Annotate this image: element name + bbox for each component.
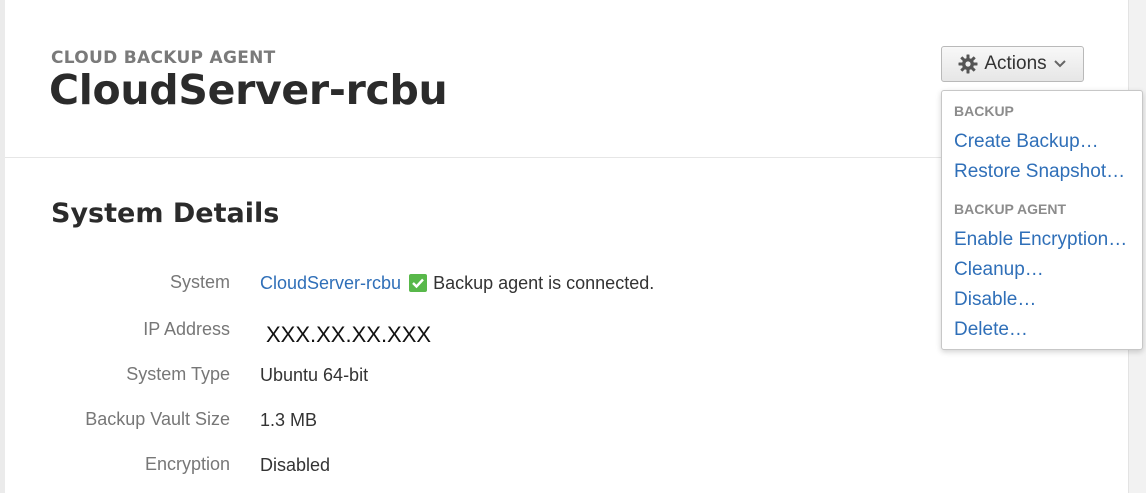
label-backup-vault-size: Backup Vault Size — [85, 409, 230, 429]
page-title: CloudServer-rcbu — [49, 66, 448, 114]
menu-header-backup: BACKUP — [954, 103, 1014, 119]
gear-icon — [958, 54, 978, 74]
label-ip-address: IP Address — [143, 319, 230, 339]
value-ip-address: XXX.XX.XX.XXX — [266, 322, 432, 347]
label-system-type: System Type — [126, 364, 230, 384]
chevron-down-icon — [1053, 59, 1067, 69]
value-system: CloudServer-rcbu Backup agent is connecte… — [260, 273, 654, 294]
menu-item-disable[interactable]: Disable… — [954, 289, 1036, 311]
section-title-system-details: System Details — [51, 198, 280, 229]
check-icon — [409, 274, 428, 292]
actions-button-label: Actions — [984, 53, 1047, 74]
connection-status: Backup agent is connected. — [433, 273, 655, 293]
actions-dropdown-menu: BACKUP Create Backup… Restore Snapshot… … — [941, 90, 1143, 350]
menu-item-create-backup[interactable]: Create Backup… — [954, 131, 1099, 153]
actions-button[interactable]: Actions — [941, 46, 1084, 82]
page-eyebrow: CLOUD BACKUP AGENT — [51, 48, 276, 68]
menu-item-enable-encryption[interactable]: Enable Encryption… — [954, 229, 1127, 251]
label-system: System — [169, 272, 230, 292]
menu-header-backup-agent: BACKUP AGENT — [954, 201, 1067, 217]
label-encryption: Encryption — [144, 454, 230, 474]
value-encryption: Disabled — [260, 455, 331, 475]
menu-item-restore-snapshot[interactable]: Restore Snapshot… — [954, 161, 1125, 183]
value-system-type: Ubuntu 64-bit — [260, 365, 369, 385]
system-link[interactable]: CloudServer-rcbu — [260, 273, 401, 293]
menu-item-cleanup[interactable]: Cleanup… — [954, 259, 1044, 281]
value-backup-vault-size: 1.3 MB — [260, 410, 318, 430]
menu-item-delete[interactable]: Delete… — [954, 319, 1028, 341]
